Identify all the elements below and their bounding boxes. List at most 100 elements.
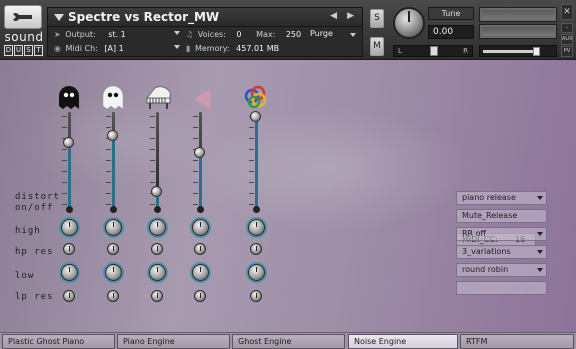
slider-tick: [150, 160, 155, 161]
mute-release-value: Mute_Release: [462, 211, 518, 220]
volume-fill: [483, 50, 536, 53]
solo-button[interactable]: S: [370, 9, 384, 28]
edit-instrument-button[interactable]: [4, 5, 42, 29]
instrument-title[interactable]: Spectre vs Rector_MW: [68, 10, 219, 24]
lp-res-knob[interactable]: [151, 290, 163, 302]
slider-tick: [249, 182, 254, 183]
max-voices-value[interactable]: 250: [286, 30, 301, 39]
tune-value[interactable]: 0.00: [428, 25, 474, 39]
slider-tick: [62, 193, 67, 194]
slider-tick: [150, 127, 155, 128]
hp-res-knob[interactable]: [151, 243, 163, 255]
hp-res-knob[interactable]: [250, 243, 262, 255]
midi-dropdown-icon: [174, 45, 180, 49]
output-row[interactable]: ➤ Output: st. 1: [54, 30, 180, 39]
low-cutoff-knob[interactable]: [104, 264, 122, 281]
voices-value: 0: [236, 30, 242, 39]
slider-tick: [62, 204, 67, 205]
low-cutoff-knob[interactable]: [247, 264, 265, 281]
lp-res-knob[interactable]: [107, 290, 119, 302]
volume-slider-thumb[interactable]: [194, 147, 205, 159]
volume-slider-thumb[interactable]: [250, 110, 261, 122]
logo-block: sound D U S T: [2, 3, 44, 59]
mute-release-field[interactable]: Mute_Release: [456, 209, 547, 223]
logo-dust-letters: D U S T: [4, 45, 43, 56]
next-instrument-icon[interactable]: ▶: [347, 11, 354, 21]
midi-label: Midi Ch:: [65, 44, 98, 53]
pan-slider[interactable]: L R: [393, 45, 473, 57]
slider-tick: [249, 204, 254, 205]
close-instrument-button[interactable]: ✕: [561, 4, 573, 20]
tab-ghost-engine[interactable]: Ghost Engine: [232, 334, 345, 349]
voices-row: ♫ Voices: 0 Max: 250: [186, 30, 301, 39]
low-label: low: [15, 271, 35, 281]
collapse-triangle-icon[interactable]: [54, 14, 64, 21]
volume-slider-fill: [255, 116, 258, 210]
slider-tick: [193, 160, 198, 161]
slider-tick: [193, 204, 198, 205]
volume-slider-thumb[interactable]: [107, 129, 118, 141]
low-cutoff-knob[interactable]: [148, 264, 166, 281]
slider-tick: [150, 149, 155, 150]
slider-tick: [106, 171, 111, 172]
volume-thumb[interactable]: [533, 47, 540, 56]
pan-right-label: R: [463, 47, 468, 55]
high-cutoff-knob[interactable]: [247, 219, 265, 236]
tab-rtfm[interactable]: RTFM: [460, 334, 574, 349]
tab-piano-engine[interactable]: Piano Engine: [117, 334, 230, 349]
output-label: Output:: [65, 30, 96, 39]
volume-slider[interactable]: [479, 45, 557, 57]
pan-thumb[interactable]: [430, 46, 438, 56]
lp-res-knob[interactable]: [194, 290, 206, 302]
release-mode-menu[interactable]: piano release: [456, 191, 547, 205]
lp-res-label: lp res: [15, 292, 54, 302]
distort-toggle[interactable]: [197, 206, 204, 213]
high-cutoff-knob[interactable]: [104, 219, 122, 236]
memory-row: ▮ Memory: 457.01 MB: [186, 44, 279, 53]
white-ghost-icon: [102, 85, 124, 110]
distort-toggle[interactable]: [110, 206, 117, 213]
tune-knob[interactable]: [393, 7, 425, 39]
volume-slider-thumb[interactable]: [151, 186, 162, 198]
distort-toggle[interactable]: [253, 206, 260, 213]
variations-dropdown-icon: [537, 250, 543, 254]
aux-button[interactable]: AUX: [561, 34, 573, 45]
hp-res-knob[interactable]: [194, 243, 206, 255]
low-cutoff-knob[interactable]: [60, 264, 78, 281]
purge-dropdown-icon: [350, 33, 356, 37]
empty-field: [456, 281, 547, 295]
prev-instrument-icon[interactable]: ◀: [330, 11, 337, 21]
round-robin-menu[interactable]: round robin: [456, 263, 547, 277]
volume-slider-thumb[interactable]: [63, 137, 74, 149]
slider-tick: [249, 149, 254, 150]
slider-tick: [249, 138, 254, 139]
logo-text: sound: [4, 30, 44, 44]
slider-tick: [62, 182, 67, 183]
tune-label: Tune: [428, 7, 474, 20]
pv-button[interactable]: PV: [561, 46, 573, 57]
distort-toggle[interactable]: [66, 206, 73, 213]
distort-toggle[interactable]: [154, 206, 161, 213]
lp-res-knob[interactable]: [63, 290, 75, 302]
high-cutoff-knob[interactable]: [148, 219, 166, 236]
lp-res-knob[interactable]: [250, 290, 262, 302]
slider-tick: [62, 171, 67, 172]
minimize-instrument-button[interactable]: –: [561, 23, 573, 33]
high-cutoff-knob[interactable]: [60, 219, 78, 236]
tab-plastic-ghost-piano[interactable]: Plastic Ghost Piano: [2, 334, 115, 349]
low-cutoff-knob[interactable]: [191, 264, 209, 281]
mute-button[interactable]: M: [370, 37, 384, 56]
slider-tick: [249, 193, 254, 194]
instrument-info-panel: Spectre vs Rector_MW ◀ ▶ ➤ Output: st. 1…: [47, 7, 363, 57]
hp-res-knob[interactable]: [107, 243, 119, 255]
high-cutoff-knob[interactable]: [191, 219, 209, 236]
midi-channel-row[interactable]: ◉ Midi Ch: [A] 1: [54, 44, 180, 53]
volume-slider-fill: [199, 153, 202, 210]
purge-dropdown[interactable]: Purge: [310, 29, 358, 41]
level-meter-right: [479, 24, 557, 39]
rr-mode-menu[interactable]: RR off: [456, 227, 547, 241]
tab-noise-engine[interactable]: Noise Engine: [348, 334, 458, 349]
pink-triangle-icon: [194, 89, 210, 109]
variations-menu[interactable]: 3_variations: [456, 245, 547, 259]
hp-res-knob[interactable]: [63, 243, 75, 255]
